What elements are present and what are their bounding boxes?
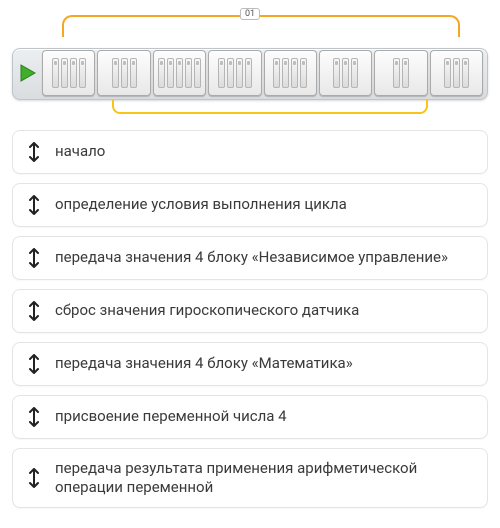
drag-handle-icon[interactable] [27, 248, 41, 268]
drag-handle-icon[interactable] [27, 354, 41, 374]
list-item-label: передача результата применения арифметич… [55, 459, 473, 497]
list-item[interactable]: присвоение переменной числа 4 [12, 395, 488, 439]
program-diagram: 01 [12, 8, 488, 116]
block-gyro[interactable] [208, 50, 261, 96]
block-var-1[interactable] [97, 50, 150, 96]
list-item[interactable]: определение условия выполнения цикла [12, 183, 488, 227]
list-item-label: передача значения 4 блоку «Независимое у… [55, 248, 448, 267]
drag-handle-icon[interactable] [27, 407, 41, 427]
list-item-label: определение условия выполнения цикла [55, 195, 347, 214]
list-item-label: присвоение переменной числа 4 [55, 407, 287, 426]
block-motor-1[interactable] [42, 50, 95, 96]
drag-handle-icon[interactable] [27, 301, 41, 321]
block-var-2[interactable] [319, 50, 372, 96]
data-wire [112, 100, 428, 114]
drag-handle-icon[interactable] [27, 195, 41, 215]
loop-counter: 01 [240, 8, 260, 20]
block-loop-end[interactable] [430, 50, 483, 96]
list-item-label: передача значения 4 блоку «Математика» [55, 354, 353, 373]
drag-handle-icon[interactable] [27, 142, 41, 162]
blocks-row [16, 34, 484, 96]
drag-handle-icon[interactable] [27, 468, 41, 488]
list-item-label: начало [55, 142, 105, 161]
list-item-label: сброс значения гироскопического датчика [55, 301, 359, 320]
block-math[interactable] [264, 50, 317, 96]
list-item[interactable]: сброс значения гироскопического датчика [12, 289, 488, 333]
list-item[interactable]: передача значения 4 блоку «Математика» [12, 342, 488, 386]
list-item[interactable]: передача значения 4 блоку «Независимое у… [12, 236, 488, 280]
block-compare[interactable] [374, 50, 427, 96]
list-item[interactable]: передача результата применения арифметич… [12, 448, 488, 508]
start-play-icon [16, 50, 40, 96]
list-item[interactable]: начало [12, 130, 488, 174]
step-list: начало определение условия выполнения ци… [12, 130, 488, 508]
block-motor-2[interactable] [153, 50, 206, 96]
